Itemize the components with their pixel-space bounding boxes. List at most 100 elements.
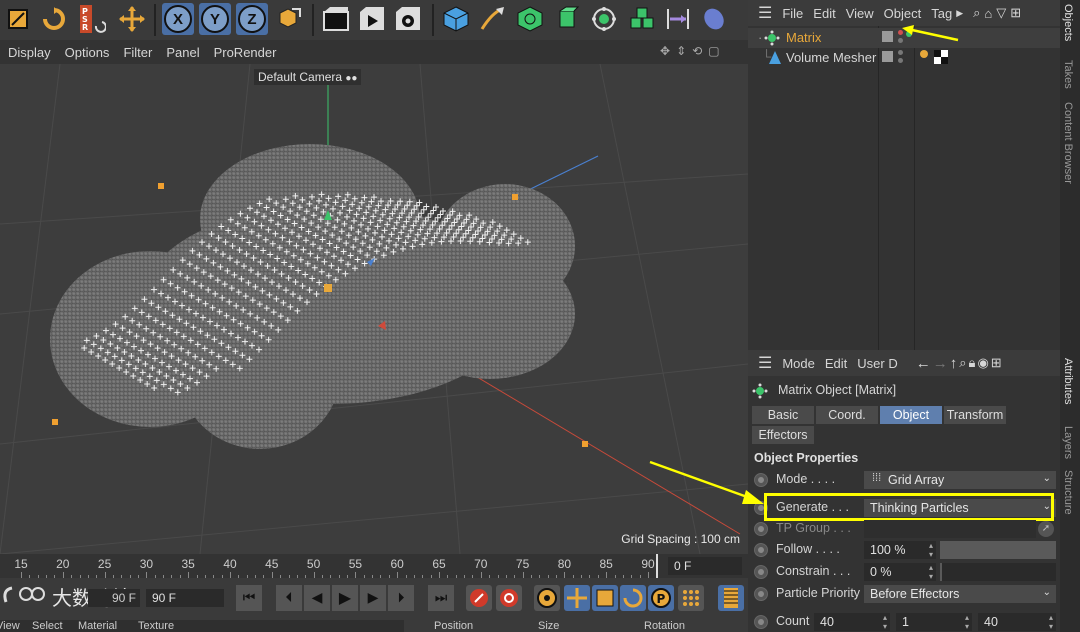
stepper-icon[interactable]: ▴ ▾: [965, 613, 969, 631]
menu-edit[interactable]: Edit: [825, 356, 847, 371]
next-key-icon[interactable]: ⏵: [388, 585, 414, 611]
menu-material[interactable]: Material: [78, 620, 117, 632]
count-y-input[interactable]: 1 ▴ ▾: [896, 613, 972, 631]
up-arrow-icon[interactable]: ↑: [950, 355, 958, 372]
tab-basic[interactable]: Basic: [752, 406, 814, 424]
key-rotation-icon[interactable]: [620, 585, 646, 611]
menu-object[interactable]: Object: [884, 6, 922, 21]
hamburger-icon[interactable]: ☰: [758, 353, 772, 373]
object-row-volume-mesher[interactable]: └ Volume Mesher: [748, 48, 1060, 68]
coordinate-system-icon[interactable]: [274, 3, 306, 35]
end-frame-field[interactable]: 90 F: [88, 589, 140, 607]
menu-panel[interactable]: Panel: [166, 45, 199, 60]
animate-radio[interactable]: [754, 543, 768, 557]
cloner-icon[interactable]: [626, 3, 658, 35]
animate-radio[interactable]: [754, 565, 768, 579]
play-icon[interactable]: ▶: [332, 585, 358, 611]
filter-icon[interactable]: ▽: [996, 5, 1006, 21]
x-axis-button[interactable]: X: [162, 3, 194, 35]
animate-radio[interactable]: [754, 615, 768, 629]
deformer-icon[interactable]: [662, 3, 694, 35]
key-pla-icon[interactable]: [678, 585, 704, 611]
go-to-end-icon[interactable]: ⏭: [428, 585, 454, 611]
maximize-icon[interactable]: ▢: [708, 44, 719, 60]
cube-icon[interactable]: [440, 3, 472, 35]
new-panel-icon[interactable]: ⊞: [991, 355, 1002, 371]
chevron-right-icon[interactable]: ▶: [956, 8, 963, 19]
bbox-handle[interactable]: [158, 183, 164, 189]
count-x-input[interactable]: 40 ▴ ▾: [814, 613, 890, 631]
menu-filter[interactable]: Filter: [123, 45, 152, 60]
back-arrow-icon[interactable]: ←: [916, 355, 931, 372]
menu-view[interactable]: View: [846, 6, 874, 21]
bbox-handle[interactable]: [52, 419, 58, 425]
key-position-icon[interactable]: [564, 585, 590, 611]
tab-object[interactable]: Object: [880, 406, 942, 424]
menu-prorender[interactable]: ProRender: [214, 45, 277, 60]
menu-select[interactable]: Select: [32, 620, 63, 632]
tab-effectors[interactable]: Effectors: [752, 426, 814, 444]
layer-toggle-icon[interactable]: [882, 51, 893, 62]
timeline-ruler[interactable]: 15 20 25 30 35 40 45 50 55 60 65 70 75 80 85 90 0 F: [0, 554, 748, 578]
object-axis-center[interactable]: [324, 284, 332, 292]
tab-objects[interactable]: Objects: [1062, 4, 1074, 41]
current-frame-field[interactable]: 0 F: [668, 557, 742, 575]
menu-user-data[interactable]: User D: [857, 356, 897, 371]
follow-slider[interactable]: [940, 541, 1056, 559]
previous-frame-icon[interactable]: ◀: [304, 585, 330, 611]
psr-icon[interactable]: PSR: [76, 3, 108, 35]
z-axis-button[interactable]: Z: [236, 3, 268, 35]
visibility-render-dot[interactable]: [898, 58, 903, 63]
stepper-icon[interactable]: ▴ ▾: [883, 613, 887, 631]
lock-icon[interactable]: 🔒︎: [969, 355, 976, 371]
keyframe-selection-icon[interactable]: [534, 585, 560, 611]
target-icon[interactable]: ◉: [977, 355, 988, 371]
animate-radio[interactable]: [754, 522, 768, 536]
tab-structure[interactable]: Structure: [1062, 470, 1074, 515]
search-icon[interactable]: ⌕: [973, 5, 980, 21]
auto-key-icon[interactable]: [496, 585, 522, 611]
next-frame-icon[interactable]: ▶: [360, 585, 386, 611]
bbox-handle[interactable]: [512, 194, 518, 200]
layer-toggle-icon[interactable]: [882, 31, 893, 42]
subdivision-icon[interactable]: [514, 3, 546, 35]
mograph-icon[interactable]: [588, 3, 620, 35]
3d-viewport[interactable]: Default Camera ●● Grid Spacing : 100 cm: [0, 64, 748, 554]
camera-label[interactable]: Default Camera ●●: [254, 69, 362, 85]
count-z-input[interactable]: 40 ▴ ▾: [978, 613, 1056, 631]
pick-icon[interactable]: ➚: [1038, 521, 1054, 537]
constrain-slider[interactable]: [940, 563, 1056, 581]
tab-content-browser[interactable]: Content Browser: [1062, 102, 1074, 184]
particle-priority-dropdown[interactable]: Before Effectors ⌄: [864, 585, 1056, 603]
render-settings-icon[interactable]: [392, 3, 424, 35]
animate-radio[interactable]: [754, 587, 768, 601]
visibility-editor-dot[interactable]: [898, 50, 903, 55]
stepper-icon[interactable]: ▴ ▾: [1049, 613, 1053, 631]
follow-input[interactable]: 100 % ▴ ▾: [864, 541, 936, 559]
menu-view[interactable]: View: [0, 620, 20, 632]
checker-tag-icon[interactable]: [934, 50, 948, 64]
stepper-icon[interactable]: ▴ ▾: [929, 541, 933, 559]
tab-attributes[interactable]: Attributes: [1062, 358, 1074, 404]
move-icon[interactable]: [116, 3, 148, 35]
rotate-icon[interactable]: ⟲: [692, 44, 702, 60]
environment-icon[interactable]: [698, 3, 730, 35]
menu-texture[interactable]: Texture: [138, 620, 174, 632]
bbox-handle[interactable]: [582, 441, 588, 447]
search-icon[interactable]: ⌕: [959, 355, 966, 371]
tab-transform[interactable]: Transform: [944, 406, 1006, 424]
menu-display[interactable]: Display: [8, 45, 51, 60]
hamburger-icon[interactable]: ☰: [758, 3, 772, 23]
key-scale-icon[interactable]: [592, 585, 618, 611]
tp-group-field[interactable]: [864, 520, 1036, 538]
record-key-icon[interactable]: [466, 585, 492, 611]
playhead[interactable]: [656, 554, 658, 578]
menu-file[interactable]: File: [782, 6, 803, 21]
mode-dropdown[interactable]: ⁞⁞⁞ Grid Array ⌄: [864, 471, 1056, 489]
menu-mode[interactable]: Mode: [782, 356, 815, 371]
forward-arrow-icon[interactable]: →: [933, 355, 948, 372]
menu-tag[interactable]: Tag: [931, 6, 952, 21]
max-frame-field[interactable]: 90 F: [146, 589, 224, 607]
new-panel-icon[interactable]: ⊞: [1010, 5, 1021, 21]
menu-edit[interactable]: Edit: [813, 6, 835, 21]
